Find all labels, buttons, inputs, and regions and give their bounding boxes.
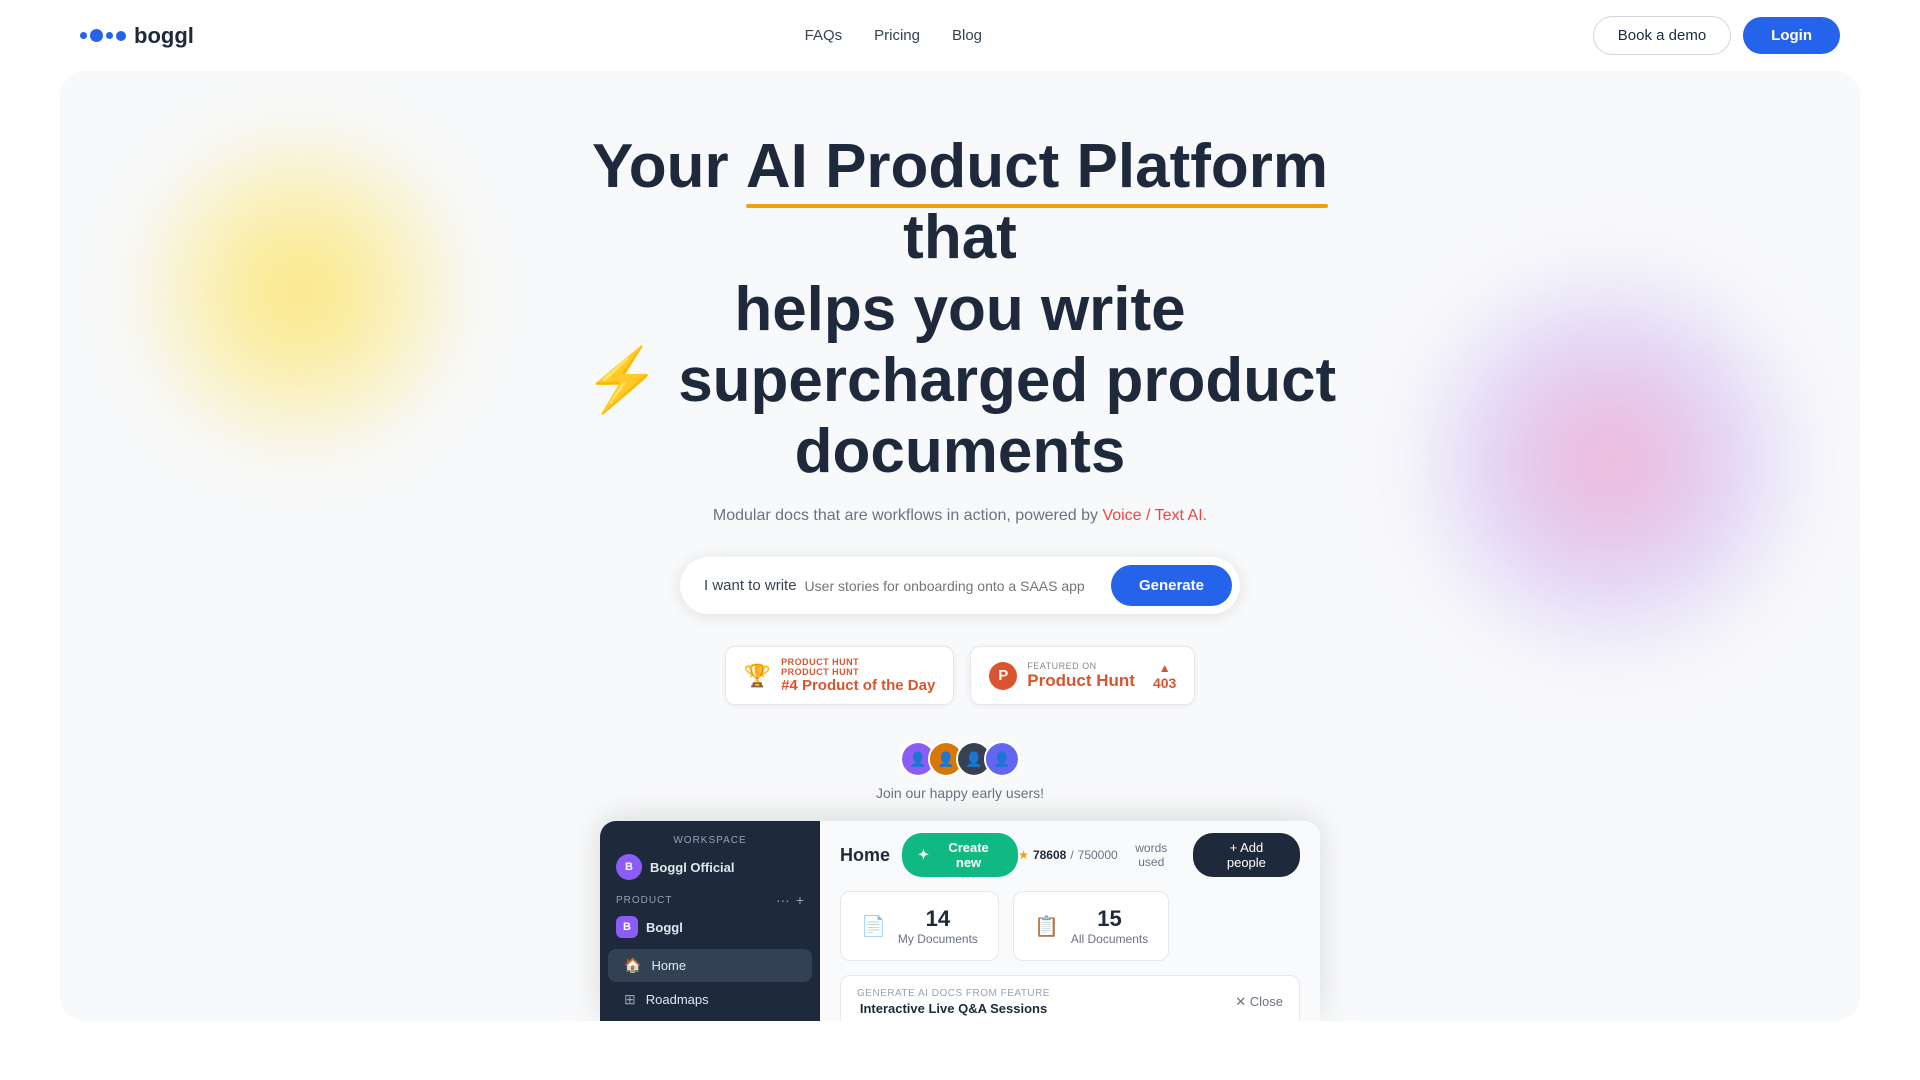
workspace-label: WORKSPACE	[600, 835, 820, 846]
sidebar: WORKSPACE B Boggl Official PRODUCT ··· +…	[600, 821, 820, 1021]
feature-label: GENERATE AI DOCS FROM FEATURE	[857, 988, 1050, 999]
main-content: Home ✦ Create new ★ 78608/750000 words u…	[820, 821, 1320, 1021]
main-actions: ★ 78608/750000 words used + Add people	[1018, 833, 1300, 877]
badge-ph-main: #4 Product of the Day	[781, 677, 935, 694]
nav-faqs[interactable]: FAQs	[805, 27, 843, 44]
ph-icon: P	[989, 662, 1017, 690]
badges: 🏆 PRODUCT HUNT PRODUCT HUNT #4 Product o…	[560, 646, 1360, 705]
logo-text: boggl	[134, 23, 194, 49]
product-name: Boggl	[646, 920, 683, 935]
badge-featured-text: FEATURED ON Product Hunt	[1027, 661, 1135, 691]
all-docs-icon: 📋	[1034, 914, 1059, 939]
votes-count: 403	[1153, 675, 1176, 691]
sidebar-item-home[interactable]: 🏠 Home	[608, 949, 812, 982]
badge-top-label: PRODUCT HUNT	[781, 657, 859, 667]
sparkle-icon: ✦	[918, 847, 929, 863]
add-icon[interactable]: +	[796, 892, 804, 908]
create-new-button[interactable]: ✦ Create new	[902, 833, 1018, 877]
nav-actions: Book a demo Login	[1593, 16, 1840, 55]
hero-subtitle: Modular docs that are workflows in actio…	[560, 507, 1360, 525]
sidebar-item-roadmaps[interactable]: ⊞ Roadmaps	[608, 983, 812, 1016]
roadmaps-icon: ⊞	[624, 991, 636, 1008]
join-text: Join our happy early users!	[560, 785, 1360, 801]
product-name-row: B Boggl	[600, 912, 820, 948]
badge-featured-ph: P FEATURED ON Product Hunt ▲ 403	[970, 646, 1195, 705]
logo-dots	[80, 29, 126, 42]
subtitle-link[interactable]: Voice / Text AI.	[1102, 507, 1207, 524]
app-screenshot: WORKSPACE B Boggl Official PRODUCT ··· +…	[600, 821, 1320, 1021]
sidebar-label-home: Home	[651, 958, 686, 973]
badge-featured-top: FEATURED ON	[1027, 661, 1096, 671]
workspace-name: Boggl Official	[650, 860, 735, 875]
main-header: Home ✦ Create new ★ 78608/750000 words u…	[840, 833, 1300, 877]
badge-text: PRODUCT HUNT PRODUCT HUNT #4 Product of …	[781, 657, 935, 694]
logo: boggl	[80, 23, 194, 49]
badge-product-of-day: 🏆 PRODUCT HUNT PRODUCT HUNT #4 Product o…	[725, 646, 955, 705]
avatar-4: 👤	[984, 741, 1020, 777]
dot3	[106, 32, 113, 39]
dot1	[80, 32, 87, 39]
stat-all-docs: 📋 15 All Documents	[1013, 891, 1169, 961]
blob-yellow	[140, 131, 460, 451]
sidebar-label-roadmaps: Roadmaps	[646, 992, 709, 1007]
all-docs-num: 15	[1071, 906, 1148, 932]
close-feature-button[interactable]: ✕ Close	[1235, 994, 1283, 1010]
sidebar-item-track-metrics[interactable]: ◎ Track Metrics	[608, 1017, 812, 1021]
generate-button[interactable]: Generate	[1111, 565, 1232, 606]
words-used: ★ 78608/750000 words used	[1018, 841, 1181, 869]
book-demo-button[interactable]: Book a demo	[1593, 16, 1731, 55]
more-icon[interactable]: ···	[776, 892, 790, 908]
nav-links: FAQs Pricing Blog	[805, 27, 982, 44]
all-docs-label: All Documents	[1071, 932, 1148, 946]
hero-title-highlight: AI Product Platform	[746, 131, 1328, 202]
search-input[interactable]	[805, 578, 1111, 594]
workspace-row: B Boggl Official	[600, 848, 820, 886]
login-button[interactable]: Login	[1743, 17, 1840, 54]
navbar: boggl FAQs Pricing Blog Book a demo Logi…	[0, 0, 1920, 71]
my-docs-label: My Documents	[898, 932, 978, 946]
workspace-avatar: B	[616, 854, 642, 880]
feature-title: Interactive Live Q&A Sessions	[857, 1001, 1050, 1016]
add-people-button[interactable]: + Add people	[1193, 833, 1300, 877]
dot4	[116, 31, 126, 41]
avatars-row: 👤 👤 👤 👤	[560, 741, 1360, 777]
docs-icon: 📄	[861, 914, 886, 939]
badge-ph-top: PRODUCT HUNT	[781, 667, 859, 677]
stat-my-docs: 📄 14 My Documents	[840, 891, 999, 961]
app-layout: WORKSPACE B Boggl Official PRODUCT ··· +…	[600, 821, 1320, 1021]
search-label: I want to write	[704, 577, 797, 594]
upvote-icon: ▲	[1159, 661, 1171, 675]
search-bar: I want to write Generate	[680, 557, 1240, 614]
my-docs-num: 14	[898, 906, 978, 932]
nav-blog[interactable]: Blog	[952, 27, 982, 44]
home-icon: 🏠	[624, 957, 641, 974]
product-label: PRODUCT	[616, 895, 672, 906]
page-title: Home	[840, 845, 890, 866]
badge-votes: ▲ 403	[1153, 661, 1176, 691]
product-row: PRODUCT ··· +	[600, 886, 820, 912]
product-icon: B	[616, 916, 638, 938]
star-icon: ★	[1018, 848, 1029, 862]
hero-title: Your AI Product Platform that helps you …	[560, 131, 1360, 487]
blob-pink	[1420, 271, 1800, 651]
badge-featured-main: Product Hunt	[1027, 671, 1135, 691]
feature-card: GENERATE AI DOCS FROM FEATURE Interactiv…	[840, 975, 1300, 1021]
docs-stats: 📄 14 My Documents 📋 15 All Documents	[840, 891, 1300, 961]
nav-pricing[interactable]: Pricing	[874, 27, 920, 44]
hero-content: Your AI Product Platform that helps you …	[560, 131, 1360, 1021]
dot2	[90, 29, 103, 42]
hero-container: Your AI Product Platform that helps you …	[60, 71, 1860, 1021]
product-actions: ··· +	[776, 892, 804, 908]
trophy-icon: 🏆	[744, 663, 771, 689]
